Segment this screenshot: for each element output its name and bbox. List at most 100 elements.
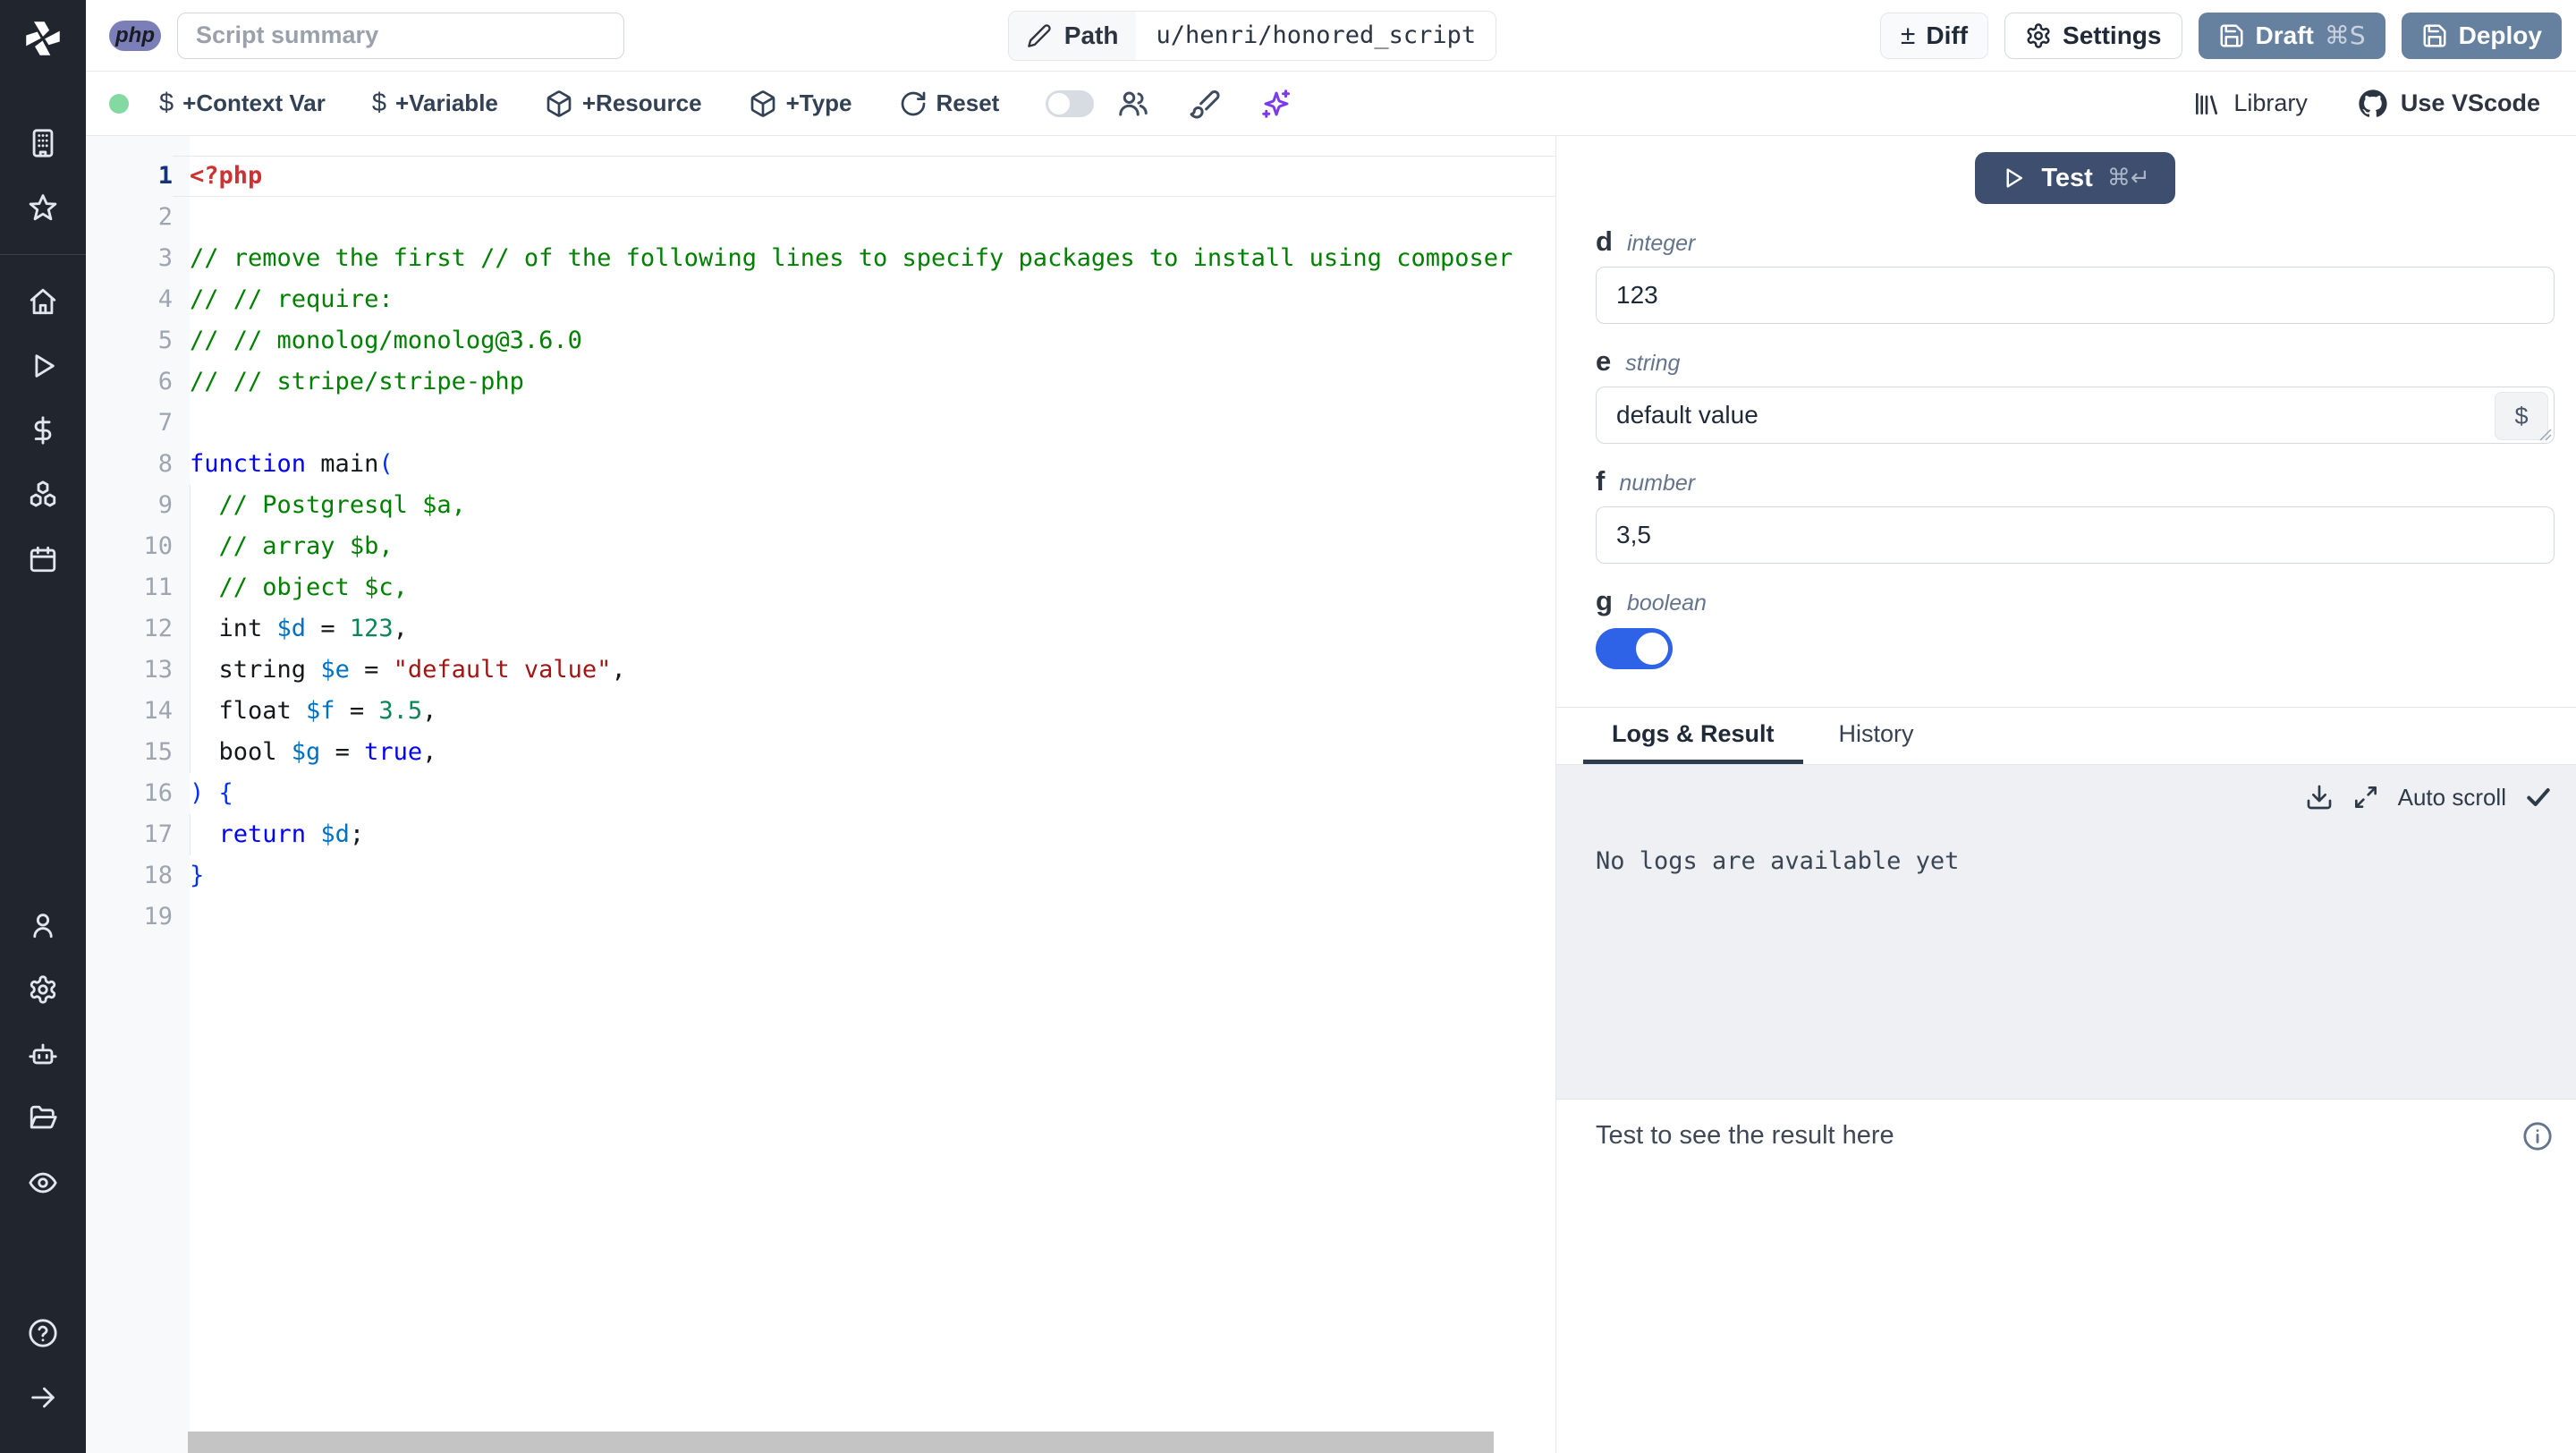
reset-button[interactable]: Reset <box>899 89 999 118</box>
runs-play-icon[interactable] <box>28 351 58 381</box>
favorites-star-icon[interactable] <box>28 192 58 223</box>
code-line[interactable]: 15 bool $g = true, <box>86 732 1555 773</box>
gear-icon <box>2027 22 2050 48</box>
workspace-building-icon[interactable] <box>28 128 58 158</box>
output-tabs: Logs & Result History <box>1556 707 2576 765</box>
code-text: ) { <box>190 779 233 807</box>
tab-history[interactable]: History <box>1810 708 1943 764</box>
field-e: e string $ <box>1596 345 2555 444</box>
line-number: 18 <box>143 862 173 889</box>
resize-grip-icon[interactable] <box>2538 428 2553 442</box>
home-icon[interactable] <box>28 286 58 317</box>
dollar-icon: $ <box>159 89 174 117</box>
ai-sparkles-icon[interactable] <box>1260 88 1292 120</box>
logs-panel: Auto scroll No logs are available yet <box>1556 765 2576 1099</box>
download-icon[interactable] <box>2305 783 2334 811</box>
workers-bot-icon[interactable] <box>28 1039 58 1069</box>
audit-eye-icon[interactable] <box>28 1168 58 1198</box>
add-context-var-button[interactable]: $ +Context Var <box>159 89 326 118</box>
add-resource-button[interactable]: +Resource <box>545 89 702 118</box>
test-shortcut: ⌘↵ <box>2106 165 2150 191</box>
code-line[interactable]: 6 // // stripe/stripe-php <box>86 361 1555 403</box>
add-variable-label: +Variable <box>394 89 498 116</box>
code-line[interactable]: 11 // object $c, <box>86 567 1555 608</box>
main-column: php Path u/henri/honored_script ± Diff S… <box>86 0 2576 1453</box>
code-editor[interactable]: 1 <?php 2 3// remove the first // of the fo… <box>86 136 1556 1453</box>
no-logs-message: No logs are available yet <box>1596 847 1960 875</box>
code-text: int $d = 123, <box>173 608 1555 650</box>
info-icon[interactable] <box>2522 1121 2553 1151</box>
code-text: bool $g = true, <box>173 732 1555 773</box>
field-f-head: f number <box>1596 465 2555 497</box>
status-dot <box>109 93 129 114</box>
help-icon[interactable] <box>28 1318 58 1348</box>
field-d-input[interactable] <box>1596 267 2555 324</box>
settings-gear-icon[interactable] <box>28 974 58 1005</box>
result-placeholder: Test to see the result here <box>1596 1121 1894 1150</box>
github-icon <box>2359 89 2387 117</box>
resources-boxes-icon[interactable] <box>28 480 58 510</box>
field-e-type: string <box>1625 351 1681 376</box>
code-line[interactable]: 5 // // monolog/monolog@3.6.0 <box>86 320 1555 361</box>
editor-toolbar: $ +Context Var $ +Variable +Resource +Ty… <box>86 72 2576 136</box>
collapse-arrow-right-icon[interactable] <box>28 1382 58 1413</box>
code-line[interactable]: 19 <box>86 896 1555 938</box>
summary-input[interactable] <box>177 12 624 59</box>
code-line[interactable]: 3 // remove the first // of the following… <box>86 238 1555 279</box>
code-line[interactable]: 2 <box>86 197 1555 238</box>
package-icon <box>750 89 775 117</box>
code-line[interactable]: 18} <box>86 855 1555 896</box>
code-line[interactable]: 1 <?php <box>86 156 1555 197</box>
draft-label: Draft <box>2255 21 2314 49</box>
code-line[interactable]: 13 string $e = "default value", <box>86 650 1555 691</box>
line-number: 19 <box>143 903 173 930</box>
add-type-button[interactable]: +Type <box>749 89 852 118</box>
folders-icon[interactable] <box>28 1103 58 1134</box>
variables-dollar-icon[interactable] <box>28 415 58 446</box>
code-line[interactable]: 9 // Postgresql $a, <box>86 485 1555 526</box>
format-brush-icon[interactable] <box>1189 88 1221 120</box>
code-line[interactable]: 16 ) { <box>86 773 1555 814</box>
diff-button[interactable]: ± Diff <box>1879 12 1989 59</box>
code-line[interactable]: 10 // array $b, <box>86 526 1555 567</box>
expand-icon[interactable] <box>2351 783 2380 811</box>
plus-minus-icon: ± <box>1900 20 1916 50</box>
horizontal-scrollbar[interactable] <box>188 1432 1494 1453</box>
check-icon[interactable] <box>2524 783 2553 811</box>
path-button[interactable]: Path u/henri/honored_script <box>1007 10 1497 61</box>
code-line[interactable]: 8 function main( <box>86 444 1555 485</box>
library-button[interactable]: Library <box>2192 89 2308 118</box>
field-g-toggle[interactable] <box>1596 628 1673 669</box>
line-number: 9 <box>157 491 173 519</box>
line-number: 16 <box>143 779 173 807</box>
code-text: return $d; <box>173 814 1555 855</box>
collaborators-users-icon[interactable] <box>1117 88 1149 120</box>
code-text: } <box>190 862 205 889</box>
code-line[interactable]: 7 <box>86 403 1555 444</box>
field-d-name: d <box>1596 225 1613 257</box>
line-number: 8 <box>157 450 173 478</box>
tab-logs-result[interactable]: Logs & Result <box>1583 708 1803 764</box>
code-line[interactable]: 17 return $d; <box>86 814 1555 855</box>
test-button[interactable]: Test ⌘↵ <box>1975 152 2175 204</box>
code-line[interactable]: 4 // // require: <box>86 279 1555 320</box>
code-line[interactable]: 14 float $f = 3.5, <box>86 691 1555 732</box>
settings-button[interactable]: Settings <box>2004 12 2182 59</box>
windmill-logo-icon[interactable] <box>21 16 65 61</box>
code-line[interactable]: 12 int $d = 123, <box>86 608 1555 650</box>
draft-button[interactable]: Draft ⌘S <box>2198 12 2385 59</box>
schedules-calendar-icon[interactable] <box>28 544 58 574</box>
pencil-icon <box>1027 23 1051 47</box>
field-f-type: number <box>1619 471 1696 496</box>
add-variable-button[interactable]: $ +Variable <box>372 89 498 118</box>
assistant-toggle[interactable] <box>1046 89 1095 117</box>
code-text: string $e = "default value", <box>173 650 1555 691</box>
deploy-button[interactable]: Deploy <box>2401 12 2562 59</box>
use-vscode-button[interactable]: Use VScode <box>2358 89 2540 119</box>
line-number: 14 <box>143 697 173 725</box>
language-badge: php <box>109 20 161 51</box>
field-f-input[interactable] <box>1596 506 2555 564</box>
account-user-icon[interactable] <box>28 910 58 940</box>
field-e-input[interactable] <box>1596 387 2555 444</box>
